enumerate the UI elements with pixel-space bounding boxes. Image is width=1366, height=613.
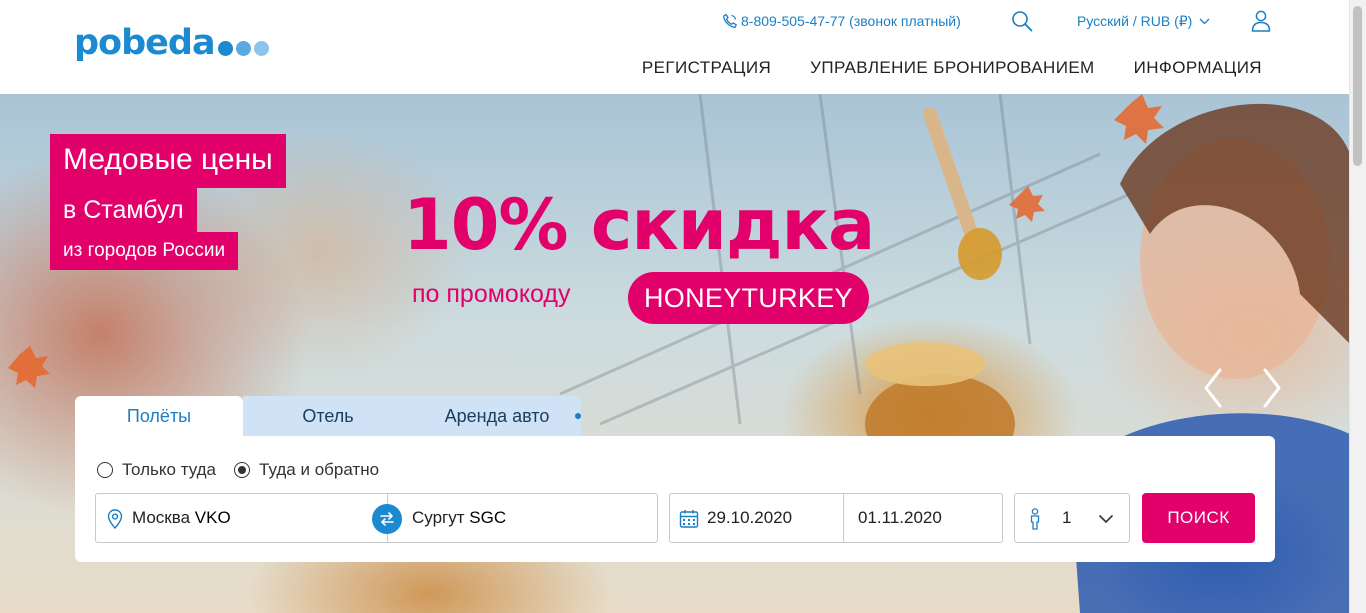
user-icon <box>1251 10 1271 32</box>
scrollbar-thumb[interactable] <box>1353 6 1362 166</box>
logo-dots <box>217 41 269 56</box>
pobeda-logo[interactable]: pobeda <box>74 26 269 61</box>
departure-date-field[interactable]: 29.10.2020 <box>669 493 844 543</box>
logo-dot <box>253 41 269 56</box>
banner-headline: Медовые цены <box>50 134 286 188</box>
origin-city: Москва <box>132 508 191 527</box>
phone-link[interactable]: 8-809-505-47-77 (звонок платный) <box>722 9 961 33</box>
radio-circle-selected <box>234 462 251 478</box>
location-pin-icon <box>107 509 123 529</box>
carousel-next-button[interactable] <box>1257 366 1287 410</box>
page-scrollbar[interactable] <box>1349 0 1366 613</box>
search-flights-button[interactable]: ПОИСК <box>1142 493 1255 543</box>
calendar-icon <box>679 510 699 528</box>
discount-text: 10% скидка <box>403 184 875 266</box>
language-currency-selector[interactable]: Русский / RUB (₽) <box>1077 9 1210 33</box>
tab-flights[interactable]: Полёты <box>75 396 243 436</box>
chevron-down-icon <box>1098 514 1114 524</box>
nav-information[interactable]: ИНФОРМАЦИЯ <box>1134 58 1262 78</box>
tab-car-rental-label: Аренда авто <box>444 406 550 426</box>
swap-route-button[interactable] <box>372 504 402 534</box>
flight-search-form: Только туда Туда и обратно Москва VKO Су… <box>75 436 1275 562</box>
passenger-count: 1 <box>1062 508 1072 527</box>
origin-field[interactable]: Москва VKO <box>95 493 388 543</box>
chevron-left-icon <box>1204 368 1222 408</box>
origin-code: VKO <box>194 508 231 527</box>
tab-hotel[interactable]: Отель <box>243 396 413 436</box>
logo-text: pobeda <box>74 23 216 63</box>
user-account-button[interactable] <box>1251 9 1271 33</box>
radio-circle <box>97 462 113 478</box>
site-header: pobeda 8-809-505-47-77 (звонок платный) … <box>0 0 1350 94</box>
return-date-field[interactable]: 01.11.2020 <box>843 493 1003 543</box>
destination-city: Сургут <box>412 508 465 527</box>
swap-arrows-icon <box>380 512 394 526</box>
phone-number: 8-809-505-47-77 (звонок платный) <box>741 13 961 29</box>
return-date: 01.11.2020 <box>858 508 942 527</box>
radio-round-trip[interactable]: Туда и обратно <box>234 460 379 480</box>
destination-field[interactable]: Сургут SGC <box>387 493 658 543</box>
promo-code-badge: HONEYTURKEY <box>628 272 869 324</box>
trip-type-group: Только туда Туда и обратно <box>97 460 379 480</box>
logo-dot <box>235 41 251 56</box>
banner-subheadline: в Стамбул <box>50 188 197 232</box>
carousel-prev-button[interactable] <box>1198 366 1228 410</box>
chevron-down-icon <box>1199 18 1210 24</box>
radio-one-way-label: Только туда <box>122 460 217 479</box>
language-label: Русский / RUB (₽) <box>1077 12 1193 29</box>
passengers-selector[interactable]: 1 <box>1014 493 1130 543</box>
promo-code-label: по промокоду <box>412 280 571 308</box>
departure-date: 29.10.2020 <box>707 508 793 527</box>
search-button[interactable] <box>1010 9 1034 33</box>
chevron-right-icon <box>1263 368 1281 408</box>
tab-car-rental[interactable]: Аренда авто <box>413 396 581 436</box>
nav-manage-booking[interactable]: УПРАВЛЕНИЕ БРОНИРОВАНИЕМ <box>810 58 1095 78</box>
search-icon <box>1012 11 1033 32</box>
radio-round-trip-label: Туда и обратно <box>259 460 380 479</box>
radio-one-way[interactable]: Только туда <box>97 460 216 480</box>
booking-tabs: Полёты Отель Аренда авто <box>75 396 581 436</box>
destination-code: SGC <box>469 508 507 527</box>
nav-registration[interactable]: РЕГИСТРАЦИЯ <box>642 58 771 78</box>
banner-caption: из городов России <box>50 232 239 270</box>
main-nav: РЕГИСТРАЦИЯ УПРАВЛЕНИЕ БРОНИРОВАНИЕМ ИНФ… <box>642 58 1262 78</box>
passenger-icon <box>1030 508 1040 530</box>
new-indicator-dot <box>575 413 581 419</box>
logo-dot <box>217 41 233 56</box>
phone-icon <box>723 13 737 28</box>
